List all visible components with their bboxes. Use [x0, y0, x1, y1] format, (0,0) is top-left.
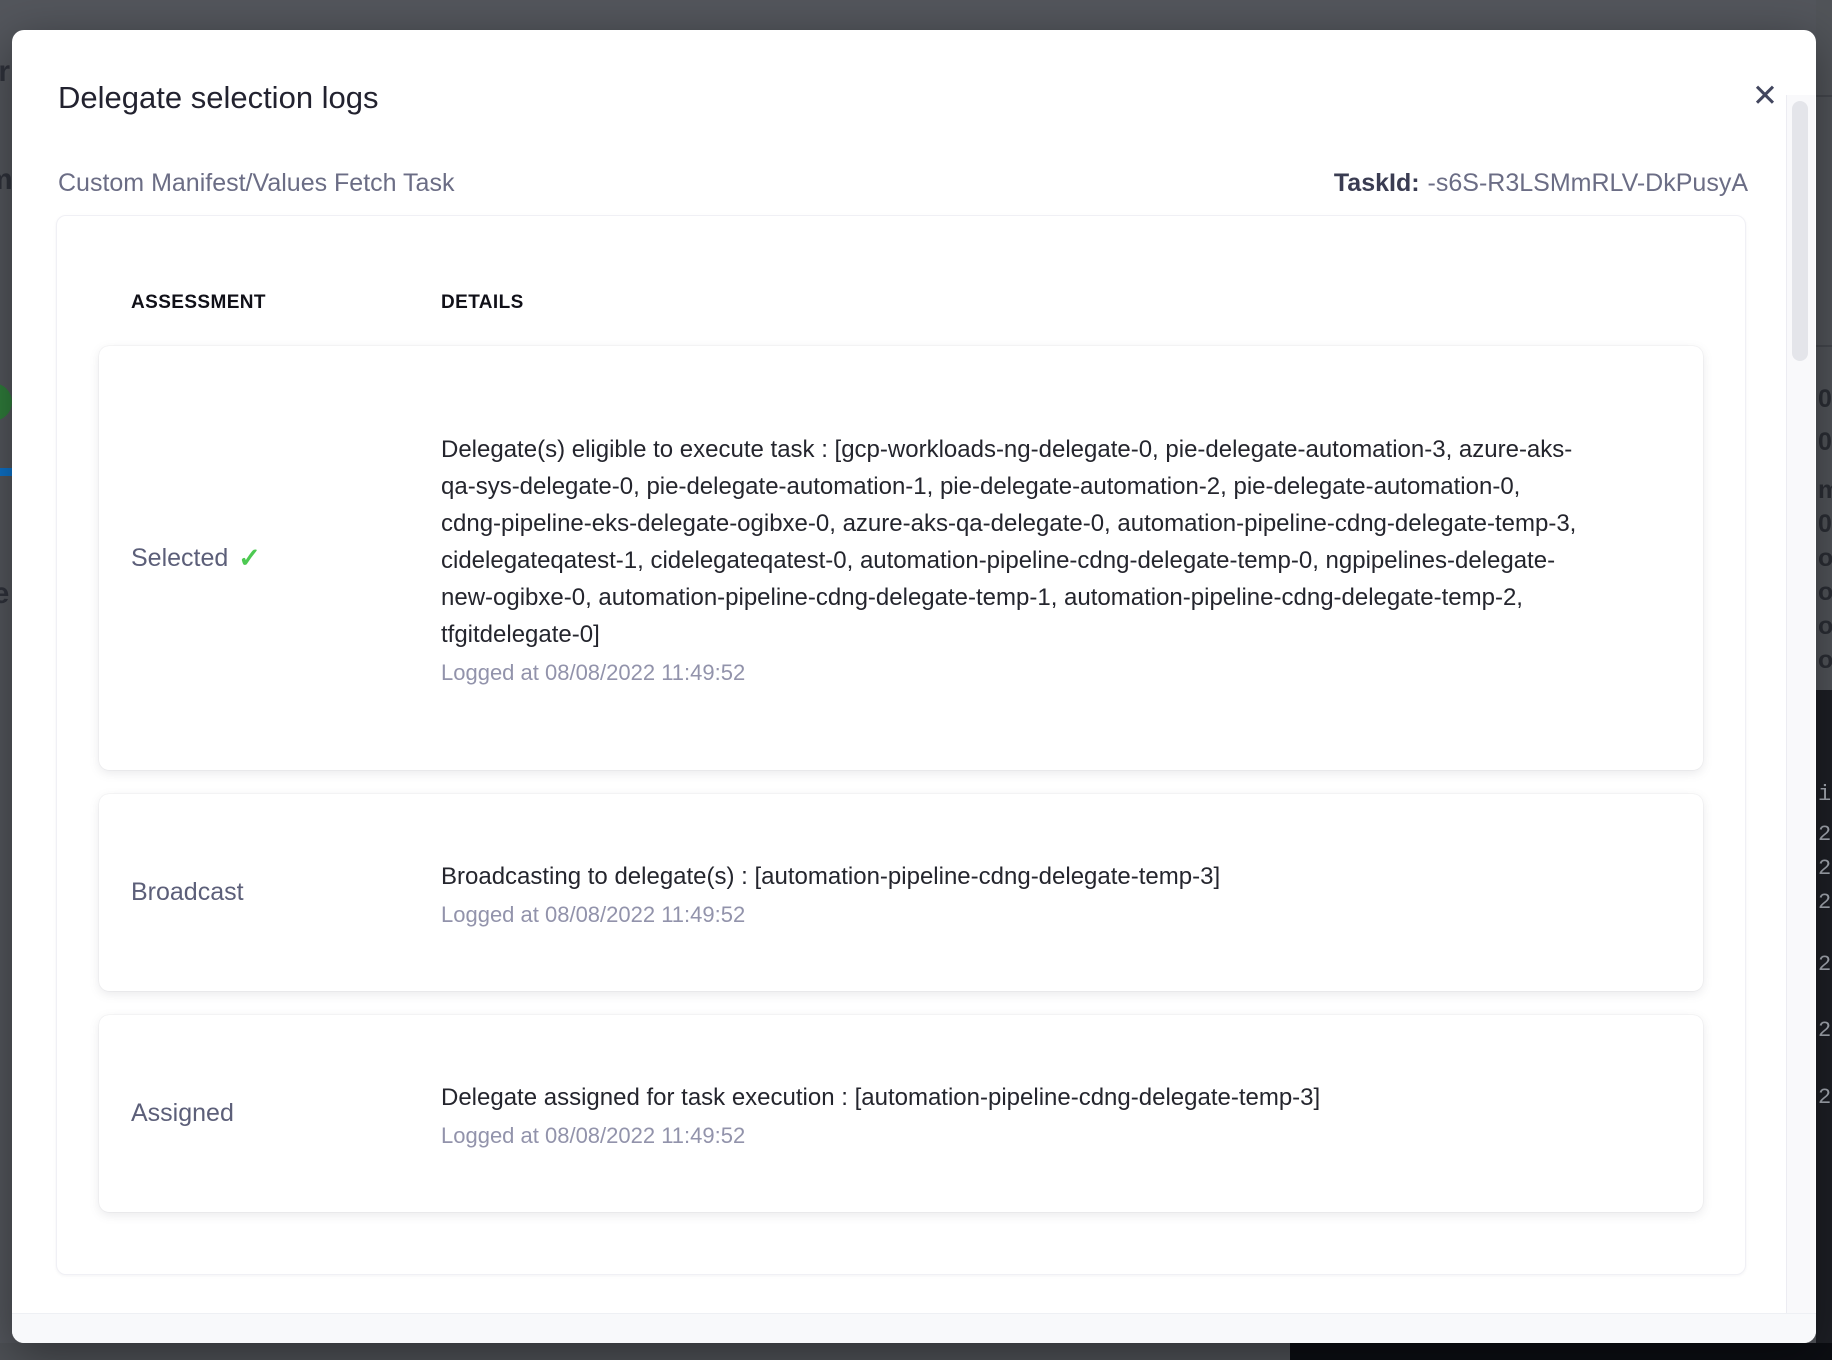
table-row-selected: Selected ✓ Delegate(s) eligible to execu… — [99, 346, 1703, 770]
detail-message: Delegate assigned for task execution : [… — [441, 1079, 1586, 1116]
console-text-fragment: 2 — [1818, 890, 1831, 915]
task-name-label: Custom Manifest/Values Fetch Task — [58, 169, 454, 198]
console-text-fragment: 2 — [1818, 952, 1831, 977]
background-text-fragment: m — [0, 163, 13, 197]
background-text-fragment: o — [1818, 544, 1832, 573]
background-page-edge: 08 08 m 0 o o o o — [1816, 0, 1832, 690]
details-cell: Delegate assigned for task execution : [… — [441, 1079, 1586, 1149]
background-text-fragment: o — [1818, 578, 1832, 607]
detail-message: Broadcasting to delegate(s) : [automatio… — [441, 858, 1586, 895]
console-text-fragment: 2 — [1818, 856, 1831, 881]
background-text-fragment: or — [0, 55, 10, 89]
task-id-value: -s6S-R3LSMmRLV-DkPusyA — [1428, 169, 1748, 197]
background-text-fragment: re — [0, 577, 9, 611]
console-text-fragment: 2 — [1818, 1085, 1831, 1110]
console-text-fragment: 2 — [1818, 822, 1831, 847]
table-header-row: ASSESSMENT DETAILS — [57, 216, 1745, 314]
table-body: Selected ✓ Delegate(s) eligible to execu… — [57, 314, 1745, 1212]
dialog-footer — [12, 1313, 1816, 1343]
background-console-edge: i 2 2 2 2 2 2 — [1816, 690, 1832, 1360]
background-text-fragment: 08 — [1818, 385, 1832, 414]
background-text-fragment: m — [1818, 476, 1832, 505]
assessment-cell: Assigned — [131, 1099, 441, 1128]
background-text-fragment: 0 — [1818, 510, 1832, 539]
background-console-edge — [1290, 1343, 1832, 1360]
console-text-fragment: i — [1818, 782, 1831, 807]
logged-timestamp: Logged at 08/08/2022 11:49:52 — [441, 660, 1586, 686]
table-row-assigned: Assigned Delegate assigned for task exec… — [99, 1015, 1703, 1212]
logged-timestamp: Logged at 08/08/2022 11:49:52 — [441, 902, 1586, 928]
background-text-fragment: 08 — [1818, 428, 1832, 457]
assessment-cell: Broadcast — [131, 878, 441, 907]
assessment-label: Selected — [131, 544, 228, 573]
console-text-fragment: 2 — [1818, 1018, 1831, 1043]
task-id: TaskId: -s6S-R3LSMmRLV-DkPusyA — [1334, 169, 1748, 198]
divider — [1816, 95, 1832, 97]
dialog-subheader: Custom Manifest/Values Fetch Task TaskId… — [58, 169, 1748, 198]
task-id-label: TaskId: — [1334, 169, 1420, 197]
screen: or m re 08 08 m 0 o o o o i 2 2 2 2 2 2 … — [0, 0, 1832, 1360]
assessment-label: Assigned — [131, 1099, 234, 1128]
dialog-title: Delegate selection logs — [58, 80, 379, 116]
background-text-fragment: o — [1818, 612, 1832, 641]
divider — [1816, 345, 1832, 347]
table-row-broadcast: Broadcast Broadcasting to delegate(s) : … — [99, 794, 1703, 991]
close-icon[interactable]: ✕ — [1748, 76, 1782, 115]
assessment-label: Broadcast — [131, 878, 244, 907]
check-icon: ✓ — [238, 543, 261, 574]
modal-scrollbar[interactable] — [1786, 95, 1815, 1314]
details-cell: Delegate(s) eligible to execute task : [… — [441, 431, 1586, 686]
detail-message: Delegate(s) eligible to execute task : [… — [441, 431, 1586, 653]
column-header-assessment: ASSESSMENT — [131, 292, 441, 314]
assessment-cell: Selected ✓ — [131, 543, 441, 574]
column-header-details: DETAILS — [441, 292, 524, 314]
details-cell: Broadcasting to delegate(s) : [automatio… — [441, 858, 1586, 928]
background-text-fragment: o — [1818, 646, 1832, 675]
scrollbar-thumb[interactable] — [1792, 101, 1808, 361]
pipeline-canvas-dots — [0, 1343, 1290, 1360]
logged-timestamp: Logged at 08/08/2022 11:49:52 — [441, 1123, 1586, 1149]
logs-table-container: ASSESSMENT DETAILS Selected ✓ Delegate(s… — [56, 215, 1746, 1275]
delegate-selection-logs-dialog: Delegate selection logs ✕ Custom Manifes… — [12, 30, 1816, 1343]
